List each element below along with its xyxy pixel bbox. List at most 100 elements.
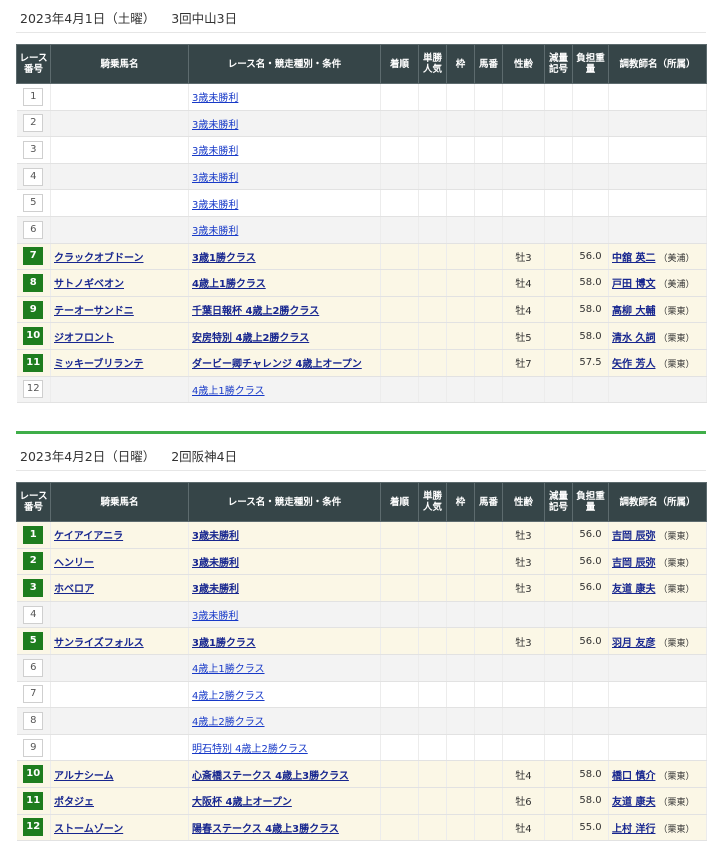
race-link[interactable]: 千葉日報杯 4歳上2勝クラス (192, 306, 319, 317)
trainer-affiliation: （栗東） (658, 798, 695, 809)
race-link[interactable]: 安房特別 4歳上2勝クラス (192, 333, 309, 344)
horse-cell (50, 376, 189, 404)
race-link[interactable]: 3歳未勝利 (192, 531, 239, 542)
horse-no-cell (474, 136, 503, 164)
table-row: 5 3歳未勝利 (16, 189, 707, 217)
race-number-badge: 2 (23, 552, 44, 571)
finish-cell (380, 322, 419, 350)
horse-no-cell (474, 376, 503, 404)
race-no-cell: 6 (16, 216, 51, 244)
race-link[interactable]: 3歳未勝利 (192, 226, 238, 237)
race-number-badge: 6 (23, 220, 44, 239)
col-sex-age: 性齢 (502, 44, 545, 84)
trainer-link[interactable]: 友道 康夫 (612, 797, 655, 808)
race-link[interactable]: 3歳1勝クラス (192, 638, 256, 649)
horse-link[interactable]: サトノギベオン (54, 279, 124, 290)
horse-link[interactable]: ミッキーブリランテ (54, 359, 143, 370)
day-title: 2023年4月2日（日曜） 2回阪神4日 (20, 446, 237, 465)
col-race-no: レース番号 (16, 44, 51, 84)
table-header-row: レース番号 騎乗馬名 レース名・競走種別・条件 着順 単勝人気 枠 馬番 性齢 … (16, 44, 707, 84)
weight-cell (572, 110, 609, 138)
horse-link[interactable]: サンライズフォルス (54, 638, 144, 649)
race-link[interactable]: 3歳未勝利 (192, 611, 238, 622)
horse-link[interactable]: ヘンリー (54, 558, 94, 569)
horse-link[interactable]: ポタジェ (54, 797, 94, 808)
frame-cell (446, 681, 475, 709)
race-link[interactable]: 大阪杯 4歳上オープン (192, 797, 292, 808)
race-link[interactable]: 3歳未勝利 (192, 93, 238, 104)
trainer-cell (608, 110, 707, 138)
race-link[interactable]: 4歳上2勝クラス (192, 691, 265, 702)
trainer-link[interactable]: 上村 洋行 (612, 824, 655, 835)
race-link[interactable]: 3歳未勝利 (192, 120, 238, 131)
col-frame: 枠 (446, 44, 475, 84)
reduction-cell (544, 163, 573, 191)
race-link[interactable]: 3歳未勝利 (192, 200, 238, 211)
trainer-link[interactable]: 清水 久詞 (612, 333, 655, 344)
horse-link[interactable]: ジオフロント (54, 333, 114, 344)
race-no-cell: 1 (16, 521, 51, 549)
sex-age-cell (502, 654, 545, 682)
race-number-badge: 10 (23, 765, 44, 784)
horse-link[interactable]: ストームゾーン (54, 824, 123, 835)
horse-link[interactable]: アルナシーム (54, 771, 114, 782)
sex-age-value: 牡3 (515, 637, 532, 649)
finish-cell (380, 110, 419, 138)
race-link[interactable]: 3歳未勝利 (192, 146, 238, 157)
table-row: 3 ホベロア 3歳未勝利 牡3 56.0 友道 康夫 （栗東） (16, 574, 707, 602)
race-name-cell: 3歳未勝利 (188, 163, 381, 191)
horse-link[interactable]: ケイアイアニラ (54, 531, 123, 542)
horse-link[interactable]: テーオーサンドニ (54, 306, 134, 317)
finish-cell (380, 760, 419, 788)
odds-pop-cell (418, 322, 447, 350)
col-weight: 負担重量 (572, 44, 609, 84)
trainer-link[interactable]: 戸田 博文 (612, 279, 655, 290)
trainer-link[interactable]: 矢作 芳人 (612, 359, 655, 370)
race-link[interactable]: 3歳未勝利 (192, 173, 238, 184)
finish-cell (380, 734, 419, 762)
trainer-cell (608, 163, 707, 191)
trainer-affiliation: （栗東） (658, 558, 695, 569)
odds-pop-cell (418, 269, 447, 297)
race-name-cell: 千葉日報杯 4歳上2勝クラス (188, 296, 381, 324)
reduction-cell (544, 601, 573, 629)
trainer-cell: 高柳 大輔 （栗東） (608, 296, 707, 324)
trainer-link[interactable]: 羽月 友彦 (612, 638, 655, 649)
weight-cell (572, 216, 609, 244)
trainer-link[interactable]: 橋口 慎介 (612, 771, 655, 782)
table-row: 3 3歳未勝利 (16, 136, 707, 164)
race-link[interactable]: 4歳上1勝クラス (192, 386, 265, 397)
col-sex-age: 性齢 (502, 482, 545, 522)
horse-link[interactable]: ホベロア (54, 584, 94, 595)
race-link[interactable]: 3歳未勝利 (192, 558, 239, 569)
finish-cell (380, 376, 419, 404)
race-link[interactable]: 4歳上1勝クラス (192, 279, 266, 290)
horse-cell: ミッキーブリランテ (50, 349, 189, 377)
race-link[interactable]: 3歳未勝利 (192, 584, 239, 595)
race-link[interactable]: 4歳上2勝クラス (192, 717, 265, 728)
race-name-cell: 3歳未勝利 (188, 216, 381, 244)
odds-pop-cell (418, 189, 447, 217)
race-link[interactable]: 陽春ステークス 4歳上3勝クラス (192, 824, 339, 835)
trainer-link[interactable]: 吉岡 辰弥 (612, 558, 655, 569)
divider (16, 32, 706, 33)
race-link[interactable]: ダービー卿チャレンジ 4歳上オープン (192, 359, 362, 370)
horse-no-cell (474, 189, 503, 217)
trainer-link[interactable]: 中舘 英二 (612, 253, 655, 264)
race-no-cell: 4 (16, 601, 51, 629)
trainer-link[interactable]: 高柳 大輔 (612, 306, 655, 317)
section-divider (16, 431, 706, 434)
race-link[interactable]: 明石特別 4歳上2勝クラス (192, 744, 308, 755)
horse-cell (50, 110, 189, 138)
trainer-cell (608, 601, 707, 629)
race-link[interactable]: 3歳1勝クラス (192, 253, 256, 264)
race-no-cell: 10 (16, 760, 51, 788)
race-name-cell: 4歳上2勝クラス (188, 681, 381, 709)
weight-cell: 56.0 (572, 521, 609, 549)
race-link[interactable]: 心斎橋ステークス 4歳上3勝クラス (192, 771, 349, 782)
sex-age-cell (502, 83, 545, 111)
trainer-link[interactable]: 友道 康夫 (612, 584, 655, 595)
horse-link[interactable]: クラックオブドーン (54, 253, 144, 264)
trainer-link[interactable]: 吉岡 辰弥 (612, 531, 655, 542)
race-link[interactable]: 4歳上1勝クラス (192, 664, 265, 675)
